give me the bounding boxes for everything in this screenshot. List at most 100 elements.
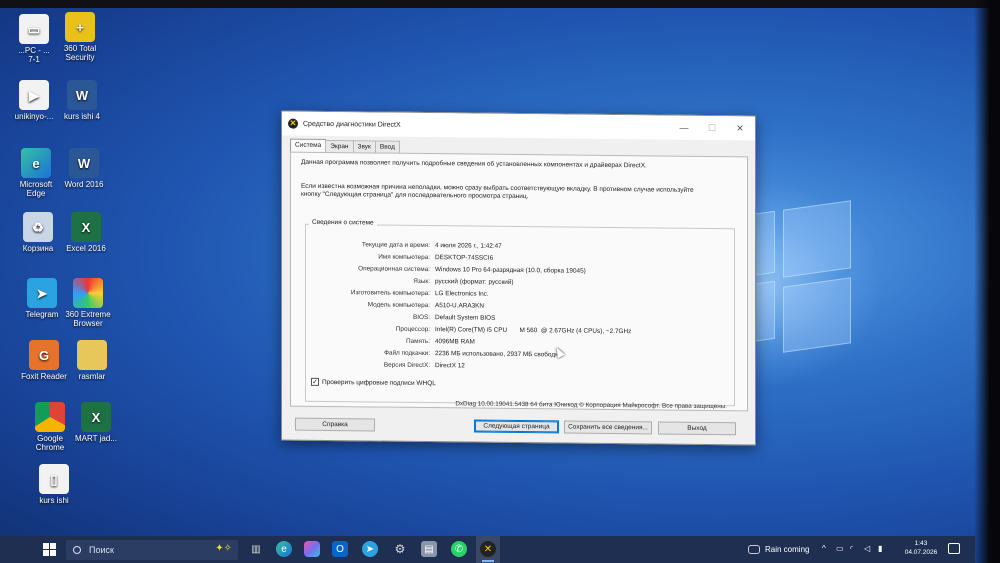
desktop-icon-excel-2016[interactable]: X Excel 2016 xyxy=(56,212,116,253)
recycle-bin-icon: ♻ xyxy=(23,212,53,242)
tab-system[interactable]: Система xyxy=(290,138,327,152)
info-label: Память: xyxy=(405,337,430,346)
taskbar-clock[interactable]: 1:43 04.07.2026 xyxy=(901,539,941,557)
info-value: DirectX 12 xyxy=(435,362,465,370)
info-value: DESKTOP-74SSCI6 xyxy=(435,254,494,262)
info-value: 4096MB RAM xyxy=(435,338,475,346)
info-label: Процессор: xyxy=(395,325,430,334)
info-label: Текущие дата и время: xyxy=(361,241,430,250)
desktop-icon-360-total-security[interactable]: + 360 Total Security xyxy=(50,12,110,62)
whql-checkbox-label: Проверить цифровые подписи WHQL xyxy=(322,378,436,387)
exit-button[interactable]: Выход xyxy=(658,421,736,436)
window-titlebar[interactable]: ✕ Средство диагностики DirectX — ☐ ✕ xyxy=(282,111,755,141)
browser-360-icon xyxy=(73,278,103,308)
info-value: A510-U.ARA3KN xyxy=(435,302,485,310)
task-view-icon[interactable]: ▥ xyxy=(248,541,264,557)
taskbar: Поиск ✦✧ ▥ e O ➤ ⚙ ▤ ✆ ✕ Rain coming ^ ▭… xyxy=(0,536,975,563)
play-icon: ▶ xyxy=(19,80,49,110)
clock-time: 1:43 xyxy=(914,540,928,547)
outlook-icon[interactable]: O xyxy=(332,541,348,557)
search-placeholder: Поиск xyxy=(89,545,114,555)
system-tab-panel: Данная программа позволяет получить подр… xyxy=(290,151,748,412)
desktop-icon-label: Word 2016 xyxy=(64,180,104,189)
taskbar-search[interactable]: Поиск ✦✧ xyxy=(66,540,238,560)
telegram-taskbar-icon[interactable]: ➤ xyxy=(362,541,378,557)
show-hidden-icons-icon[interactable]: ^ xyxy=(822,544,826,553)
window-title: Средство диагностики DirectX xyxy=(303,120,401,129)
whql-checkbox[interactable]: ✓ xyxy=(311,377,319,386)
wifi-icon[interactable]: ◜ xyxy=(850,544,853,553)
tab-bar: Система Экран Звук Ввод xyxy=(290,138,400,153)
directx-icon: ✕ xyxy=(288,118,298,129)
info-value: Windows 10 Pro 64-разрядная (10.0, сборк… xyxy=(435,266,586,275)
desktop: ▭ ...PC - ... 7-1 + 360 Total Security ▶… xyxy=(0,0,1000,563)
battery-icon[interactable]: ▮ xyxy=(878,544,882,553)
clock-date: 04.07.2026 xyxy=(904,549,938,556)
info-value: Default System BIOS xyxy=(435,314,496,322)
minimize-button[interactable]: — xyxy=(677,122,691,134)
tab-input[interactable]: Ввод xyxy=(374,140,400,153)
word-icon: W xyxy=(67,80,97,110)
directx-taskbar-icon: ✕ xyxy=(480,541,496,557)
desktop-icon-label: Excel 2016 xyxy=(66,244,106,253)
folder-icon xyxy=(77,340,107,370)
info-value: русский (формат: русский) xyxy=(435,278,514,286)
tab-display[interactable]: Экран xyxy=(325,139,354,153)
maximize-button[interactable]: ☐ xyxy=(705,122,719,134)
close-button[interactable]: ✕ xyxy=(733,122,747,134)
dxdiag-taskbar-button[interactable]: ✕ xyxy=(476,536,500,563)
desktop-icon-360-browser[interactable]: 360 Extreme Browser xyxy=(58,278,118,328)
info-label: BIOS: xyxy=(412,313,430,322)
monitor-bezel-top xyxy=(0,0,1000,8)
info-label: Имя компьютера: xyxy=(378,253,430,262)
computer-icon: ▭ xyxy=(19,14,49,44)
monitor-bezel-right xyxy=(974,0,1000,563)
weather-text[interactable]: Rain coming xyxy=(765,545,809,554)
edge-icon: e xyxy=(21,148,51,178)
chrome-icon xyxy=(35,402,65,432)
start-button[interactable] xyxy=(38,539,60,561)
foxit-pdf-icon: G xyxy=(29,340,59,370)
search-highlight-icon: ✦✧ xyxy=(215,543,232,554)
excel-icon: X xyxy=(71,212,101,242)
notifications-icon[interactable] xyxy=(948,543,960,554)
weather-icon[interactable] xyxy=(748,545,760,554)
volume-icon[interactable]: ◁ xyxy=(864,544,870,553)
info-value: 2236 МБ использовано, 2937 МБ свободно xyxy=(435,350,563,359)
edge-taskbar-icon[interactable]: e xyxy=(276,541,292,557)
desktop-icon-kurs-ishi-4[interactable]: W kurs ishi 4 xyxy=(52,80,112,121)
desktop-icon-word-2016[interactable]: W Word 2016 xyxy=(54,148,114,189)
desktop-icon-label: rasmlar xyxy=(78,372,106,381)
info-label: Операционная система: xyxy=(358,265,430,274)
windows-logo-pane xyxy=(783,200,851,278)
info-label: Язык: xyxy=(413,277,430,286)
whatsapp-icon[interactable]: ✆ xyxy=(451,541,467,557)
tab-sound[interactable]: Звук xyxy=(352,140,376,153)
info-label: Версия DirectX: xyxy=(383,361,430,370)
document-icon: ▯ xyxy=(39,464,69,494)
next-page-button[interactable]: Следующая страница xyxy=(474,419,559,434)
copyright-text: DxDiag 10.00.19041.5438 64 бита Юникод ©… xyxy=(455,400,727,411)
file-manager-icon[interactable]: ▤ xyxy=(421,541,437,557)
save-all-button[interactable]: Сохранить все сведения... xyxy=(564,420,652,435)
desktop-icon-label: MART jad... xyxy=(75,434,117,443)
copilot-icon[interactable] xyxy=(304,541,320,557)
desktop-icon-mart[interactable]: X MART jad... xyxy=(66,402,126,443)
desktop-icon-label: 360 Extreme Browser xyxy=(65,310,111,328)
info-value: Intel(R) Core(TM) i5 CPU M 560 @ 2.67GHz… xyxy=(435,326,632,336)
network-icon[interactable]: ▭ xyxy=(836,544,844,553)
plus-shield-icon: + xyxy=(65,12,95,42)
intro-text: Данная программа позволяет получить подр… xyxy=(301,158,647,170)
desktop-icon-rasmlar[interactable]: rasmlar xyxy=(62,340,122,381)
info-label: Файл подкачки: xyxy=(384,349,430,358)
desktop-icon-kurs-ishi[interactable]: ▯ kurs ishi xyxy=(24,464,84,505)
telegram-icon: ➤ xyxy=(27,278,57,308)
desktop-icon-label: kurs ishi 4 xyxy=(63,112,100,121)
desktop-icon-label: 360 Total Security xyxy=(63,44,97,62)
windows-logo-pane xyxy=(783,277,851,353)
settings-gear-icon[interactable]: ⚙ xyxy=(392,541,408,557)
dxdiag-window: ✕ Средство диагностики DirectX — ☐ ✕ Сис… xyxy=(281,110,756,446)
whql-checkbox-row[interactable]: ✓ Проверить цифровые подписи WHQL xyxy=(311,377,436,387)
desktop-icon-label: kurs ishi xyxy=(39,496,69,505)
help-button[interactable]: Справка xyxy=(295,417,375,432)
